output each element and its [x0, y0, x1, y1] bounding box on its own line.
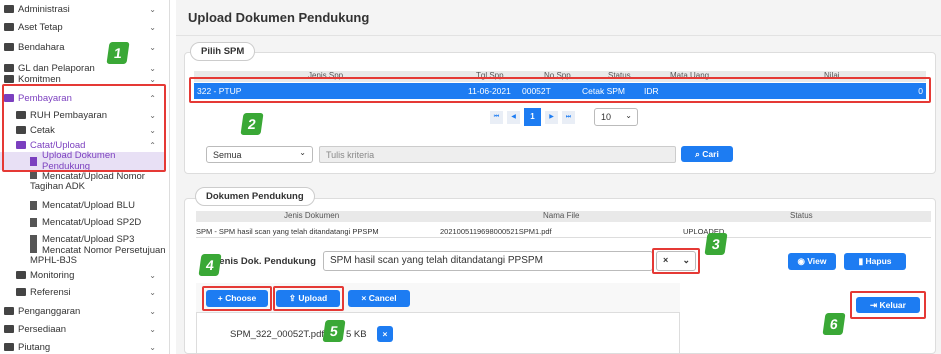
chevron-down-icon: ⌄	[149, 270, 156, 280]
file-size: 5 KB	[346, 329, 367, 340]
folder-icon	[4, 43, 14, 51]
folder-icon	[4, 75, 14, 83]
sidebar-item-aset-tetap[interactable]: Aset Tetap ⌄	[0, 18, 166, 36]
pilih-spm-legend: Pilih SPM	[190, 42, 256, 61]
folder-icon	[4, 23, 14, 31]
jenis-dok-value[interactable]: SPM hasil scan yang telah ditandatangi P…	[323, 251, 653, 271]
prev-page-button[interactable]: ◀	[507, 111, 520, 124]
sidebar-item-upload-sp2d[interactable]: Mencatat/Upload SP2D	[0, 213, 166, 231]
chevron-down-icon: ⌄	[149, 287, 156, 297]
next-page-button[interactable]: ▶	[545, 111, 558, 124]
chevron-down-icon: ⌄	[149, 342, 156, 352]
dokumen-legend: Dokumen Pendukung	[195, 187, 315, 206]
sidebar-item-referensi[interactable]: Referensi ⌄	[0, 283, 166, 301]
search-input[interactable]: Tulis kriteria	[319, 146, 676, 163]
sidebar-item-piutang[interactable]: Piutang ⌄	[0, 338, 166, 354]
page-1-button[interactable]: 1	[524, 108, 541, 126]
search-button[interactable]: ⌕ Cari	[681, 146, 733, 162]
main-content: Upload Dokumen Pendukung Pilih SPM Jenis…	[176, 0, 941, 354]
highlight-box-choose	[202, 286, 272, 311]
view-button[interactable]: ◉ View	[788, 253, 836, 270]
first-page-button[interactable]: ⏮	[490, 111, 503, 124]
step-marker-1: 1	[106, 42, 130, 64]
cancel-button[interactable]: × Cancel	[348, 290, 410, 307]
step-marker-6: 6	[822, 313, 846, 335]
chevron-down-icon: ⌄	[149, 22, 156, 32]
step-marker-4: 4	[198, 254, 222, 276]
chevron-down-icon: ⌄	[299, 148, 306, 157]
chevron-down-icon: ⌄	[149, 74, 156, 84]
folder-icon	[4, 325, 14, 333]
chevron-down-icon: ⌄	[149, 306, 156, 316]
sidebar-item-bendahara[interactable]: Bendahara ⌄	[0, 38, 166, 56]
chevron-down-icon: ⌄	[149, 324, 156, 334]
last-page-button[interactable]: ⏭	[562, 111, 575, 124]
document-icon	[30, 234, 37, 244]
highlight-box-menu	[2, 84, 166, 172]
table-row[interactable]: SPM - SPM hasil scan yang telah ditandat…	[196, 224, 931, 238]
trash-icon: ▮	[858, 256, 866, 266]
document-icon	[30, 217, 37, 227]
document-icon	[30, 200, 37, 210]
sidebar-item-nomor-persetujuan[interactable]: Mencatat Nomor Persetujuan MPHL-BJS	[0, 244, 166, 266]
folder-icon	[4, 343, 14, 351]
chevron-down-icon: ⌄	[625, 111, 632, 120]
chevron-down-icon: ⌄	[149, 4, 156, 14]
eye-icon: ◉	[797, 256, 808, 266]
chevron-down-icon: ⌄	[149, 42, 156, 52]
dokumen-table-header: Jenis Dokumen Nama File Status	[196, 211, 931, 222]
highlight-box-upload	[273, 286, 344, 311]
step-marker-2: 2	[240, 113, 264, 135]
file-name: SPM_322_00052T.pdf	[230, 329, 325, 340]
highlight-box-row	[189, 77, 931, 103]
col-status: Status	[790, 211, 813, 220]
jenis-dok-label: Jenis Dok. Pendukung	[214, 256, 316, 267]
sidebar-item-upload-blu[interactable]: Mencatat/Upload BLU	[0, 196, 166, 214]
sidebar-item-administrasi[interactable]: Administrasi ⌄	[0, 0, 166, 18]
highlight-box-select	[652, 248, 700, 274]
filter-select[interactable]: Semua ⌄	[206, 146, 313, 163]
step-marker-5: 5	[322, 320, 346, 342]
col-nama-file: Nama File	[543, 211, 580, 220]
folder-icon	[4, 307, 14, 315]
close-icon: ×	[361, 293, 369, 303]
sidebar-item-monitoring[interactable]: Monitoring ⌄	[0, 266, 166, 284]
close-icon: ×	[382, 329, 388, 339]
step-marker-3: 3	[704, 233, 728, 255]
folder-icon	[16, 271, 26, 279]
sidebar-item-persediaan[interactable]: Persediaan ⌄	[0, 320, 166, 338]
sidebar-item-penganggaran[interactable]: Penganggaran ⌄	[0, 302, 166, 320]
remove-file-button[interactable]: ×	[377, 326, 393, 342]
rows-per-page-select[interactable]: 10 ⌄	[594, 108, 638, 126]
page-title: Upload Dokumen Pendukung	[188, 10, 370, 25]
sidebar: Administrasi ⌄ Aset Tetap ⌄ Bendahara ⌄ GL …	[0, 0, 170, 354]
hapus-button[interactable]: ▮ Hapus	[844, 253, 906, 270]
folder-icon	[16, 288, 26, 296]
cell-jenis-dokumen: SPM - SPM hasil scan yang telah ditandat…	[196, 227, 379, 236]
cell-nama-file: 2021005119698000521SPM1.pdf	[440, 227, 552, 236]
folder-icon	[4, 5, 14, 13]
highlight-box-keluar	[850, 291, 926, 319]
col-jenis-dokumen: Jenis Dokumen	[284, 211, 340, 220]
sidebar-item-upload-nomor-tagihan[interactable]: Mencatat/Upload Nomor Tagihan ADK	[0, 170, 166, 194]
document-icon	[30, 244, 37, 253]
